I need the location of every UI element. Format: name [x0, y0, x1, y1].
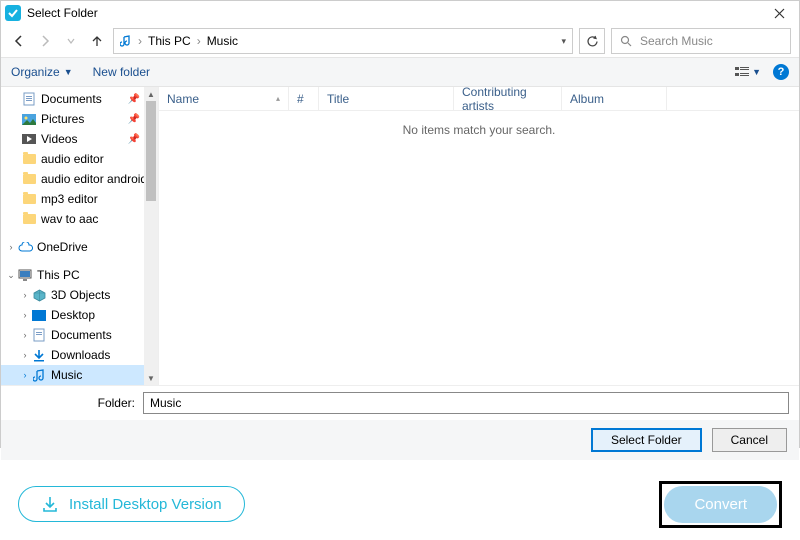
- col-album[interactable]: Album: [562, 87, 667, 110]
- scroll-down-icon[interactable]: ▼: [144, 371, 158, 385]
- sort-asc-icon: ▴: [276, 94, 280, 103]
- 3dobjects-icon: [31, 289, 47, 302]
- col-title[interactable]: Title: [319, 87, 454, 110]
- pictures-icon: [21, 114, 37, 125]
- new-folder-button[interactable]: New folder: [93, 65, 150, 79]
- breadcrumb-sep-icon: ›: [197, 34, 201, 48]
- col-name[interactable]: Name▴: [159, 87, 289, 110]
- download-icon: [41, 495, 59, 513]
- tree-item-onedrive[interactable]: ›OneDrive: [1, 237, 158, 257]
- pc-icon: [17, 269, 33, 281]
- expand-icon[interactable]: ›: [19, 290, 31, 300]
- select-folder-button[interactable]: Select Folder: [591, 428, 702, 452]
- back-button[interactable]: [9, 31, 29, 51]
- tree-scrollbar[interactable]: ▲ ▼: [144, 87, 158, 385]
- tree-item[interactable]: Videos📌: [1, 129, 158, 149]
- tree-item[interactable]: mp3 editor: [1, 189, 158, 209]
- forward-button[interactable]: [35, 31, 55, 51]
- pin-icon: 📌: [128, 94, 140, 105]
- tree-item[interactable]: wav to aac: [1, 209, 158, 229]
- up-button[interactable]: [87, 31, 107, 51]
- tree-item[interactable]: ›3D Objects: [1, 285, 158, 305]
- tree-item[interactable]: Pictures📌: [1, 109, 158, 129]
- tree-item-music[interactable]: ›Music: [1, 365, 158, 385]
- music-icon: [31, 369, 47, 382]
- view-list-icon: [735, 66, 749, 78]
- col-spacer: [667, 87, 799, 110]
- folder-icon: [21, 194, 37, 204]
- breadcrumb-current[interactable]: Music: [207, 34, 238, 48]
- folder-icon: [21, 154, 37, 164]
- breadcrumb-root[interactable]: This PC: [148, 34, 191, 48]
- col-track[interactable]: #: [289, 87, 319, 110]
- scroll-thumb[interactable]: [146, 101, 156, 201]
- expand-icon[interactable]: ›: [19, 370, 31, 380]
- column-headers: Name▴ # Title Contributing artists Album: [159, 87, 799, 111]
- bottom-bar: Install Desktop Version Convert: [0, 468, 800, 540]
- file-list: Name▴ # Title Contributing artists Album…: [159, 87, 799, 385]
- cloud-icon: [17, 242, 33, 252]
- tree-item[interactable]: audio editor: [1, 149, 158, 169]
- documents-icon: [21, 92, 37, 106]
- search-box[interactable]: Search Music: [611, 28, 791, 54]
- tree-item[interactable]: audio editor android: [1, 169, 158, 189]
- search-icon: [620, 35, 632, 47]
- folder-tree[interactable]: Documents📌 Pictures📌 Videos📌 audio edito…: [1, 87, 159, 385]
- collapse-icon[interactable]: ⌄: [5, 270, 17, 281]
- install-label: Install Desktop Version: [69, 496, 222, 513]
- documents-icon: [31, 328, 47, 342]
- titlebar: Select Folder: [1, 1, 799, 25]
- help-button[interactable]: ?: [773, 64, 789, 80]
- recent-dropdown-icon[interactable]: [61, 31, 81, 51]
- folder-dialog: Select Folder › This PC › Music ▾ Search…: [0, 0, 800, 448]
- chevron-down-icon: ▼: [64, 67, 73, 77]
- downloads-icon: [31, 349, 47, 362]
- folder-icon: [21, 214, 37, 224]
- refresh-button[interactable]: [579, 28, 605, 54]
- videos-icon: [21, 134, 37, 144]
- tree-item-thispc[interactable]: ⌄This PC: [1, 265, 158, 285]
- convert-highlight: Convert: [659, 481, 782, 528]
- dialog-body: Documents📌 Pictures📌 Videos📌 audio edito…: [1, 87, 799, 385]
- folder-input[interactable]: [143, 392, 789, 414]
- folder-icon: [21, 174, 37, 184]
- music-icon: [120, 35, 132, 47]
- pin-icon: 📌: [128, 134, 140, 145]
- dialog-buttons: Select Folder Cancel: [1, 420, 799, 460]
- folder-input-row: Folder:: [1, 385, 799, 420]
- close-button[interactable]: [763, 1, 795, 25]
- convert-button[interactable]: Convert: [664, 486, 777, 523]
- address-dropdown-icon[interactable]: ▾: [561, 36, 566, 47]
- expand-icon[interactable]: ›: [5, 242, 17, 252]
- tree-item[interactable]: ›Desktop: [1, 305, 158, 325]
- toolbar: Organize▼ New folder ▼ ?: [1, 57, 799, 87]
- tree-item[interactable]: ›Downloads: [1, 345, 158, 365]
- breadcrumb-sep-icon: ›: [138, 34, 142, 48]
- install-desktop-button[interactable]: Install Desktop Version: [18, 486, 245, 522]
- view-options-button[interactable]: ▼: [735, 66, 761, 78]
- desktop-icon: [31, 310, 47, 321]
- dialog-title: Select Folder: [27, 6, 98, 20]
- navbar: › This PC › Music ▾ Search Music: [1, 25, 799, 57]
- pin-icon: 📌: [128, 114, 140, 125]
- scroll-up-icon[interactable]: ▲: [144, 87, 158, 101]
- tree-item[interactable]: ›Documents: [1, 325, 158, 345]
- cancel-button[interactable]: Cancel: [712, 428, 787, 452]
- address-bar[interactable]: › This PC › Music ▾: [113, 28, 573, 54]
- col-artists[interactable]: Contributing artists: [454, 87, 562, 110]
- expand-icon[interactable]: ›: [19, 330, 31, 340]
- folder-label: Folder:: [11, 396, 135, 410]
- empty-message: No items match your search.: [159, 123, 799, 137]
- tree-item[interactable]: Documents📌: [1, 89, 158, 109]
- chevron-down-icon: ▼: [752, 67, 761, 77]
- search-placeholder: Search Music: [640, 34, 713, 48]
- expand-icon[interactable]: ›: [19, 350, 31, 360]
- expand-icon[interactable]: ›: [19, 310, 31, 320]
- organize-menu[interactable]: Organize▼: [11, 65, 73, 79]
- app-logo-icon: [5, 5, 21, 21]
